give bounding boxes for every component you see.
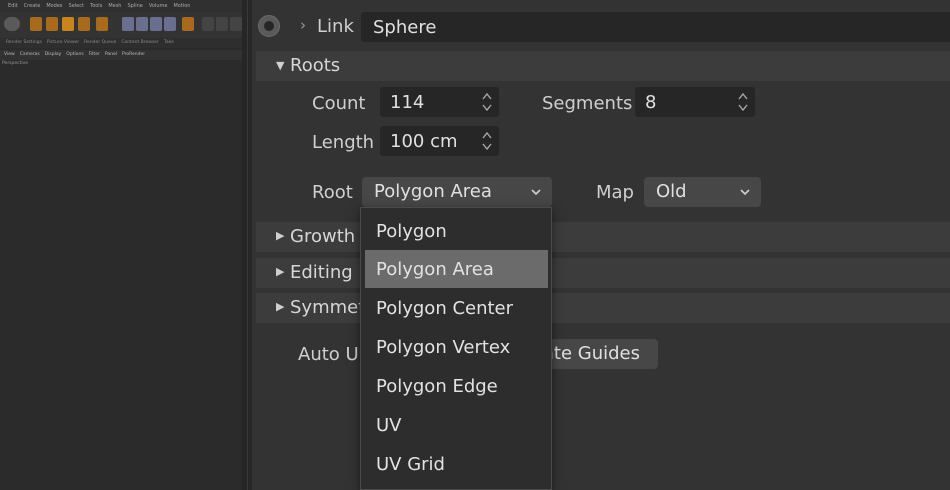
menu-item[interactable]: Mesh <box>108 0 121 12</box>
chevron-down-icon <box>740 189 750 196</box>
menu-item[interactable]: Tools <box>90 0 102 12</box>
length-field[interactable]: 100 cm <box>380 126 499 156</box>
link-field[interactable]: Sphere <box>361 12 950 42</box>
main-menu-bar: Edit Create Modes Select Tools Mesh Spli… <box>0 0 242 12</box>
link-label: Link <box>317 16 354 37</box>
menu-item[interactable]: Create <box>24 0 41 12</box>
stepper-icon[interactable] <box>481 129 493 153</box>
menu-item[interactable]: Volume <box>149 0 168 12</box>
chevron-down-icon <box>531 189 541 196</box>
auto-update-label: Auto U <box>298 344 359 365</box>
map-dropdown-value: Old <box>656 181 687 202</box>
segments-value: 8 <box>645 92 657 113</box>
map-dropdown[interactable]: Old <box>644 177 761 207</box>
roots-group-header[interactable]: ▼ Roots <box>256 51 950 81</box>
root-dropdown-value: Polygon Area <box>374 181 492 202</box>
link-value: Sphere <box>373 17 437 38</box>
root-dropdown[interactable]: Polygon Area <box>362 177 552 207</box>
link-row: › Link Sphere <box>252 6 950 44</box>
menu-option-polygon-edge[interactable]: Polygon Edge <box>365 367 548 405</box>
viewport-menu-item[interactable]: Panel <box>105 50 117 60</box>
axis-z-icon[interactable] <box>150 17 162 31</box>
menu-item[interactable]: Edit <box>8 0 18 12</box>
panel-divider-line <box>247 0 248 490</box>
viewport-menu-item[interactable]: ProRender <box>122 50 145 60</box>
render-settings-icon[interactable] <box>230 17 242 31</box>
count-field[interactable]: 114 <box>380 87 499 117</box>
coordinate-system-icon[interactable] <box>164 17 176 31</box>
viewport-menu-item[interactable]: Options <box>66 50 83 60</box>
menu-option-label: Polygon Center <box>376 298 514 319</box>
tab-picture-viewer[interactable]: Picture Viewer <box>47 38 79 48</box>
map-label: Map <box>596 182 634 203</box>
triangle-down-icon: ▼ <box>276 59 285 72</box>
update-guides-button[interactable]: ate Guides <box>543 339 658 369</box>
menu-item[interactable]: Motion <box>173 0 190 12</box>
menu-option-polygon-vertex[interactable]: Polygon Vertex <box>365 328 548 366</box>
menu-option-label: Polygon Area <box>376 259 494 280</box>
menu-option-label: Polygon Edge <box>376 376 498 397</box>
radio-dot-icon <box>264 21 274 31</box>
count-value: 114 <box>390 92 425 113</box>
viewport-menu: View Cameras Display Options Filter Pane… <box>0 50 242 60</box>
tab-render-settings[interactable]: Render Settings <box>6 38 42 48</box>
link-radio-button[interactable] <box>258 15 280 37</box>
render-tabs: Render Settings Picture Viewer Render Qu… <box>0 38 242 48</box>
menu-option-label: UV <box>376 415 402 436</box>
menu-item[interactable]: Select <box>69 0 84 12</box>
menu-option-uv[interactable]: UV <box>365 406 548 444</box>
render-view-icon[interactable] <box>202 17 214 31</box>
main-window-left: Edit Create Modes Select Tools Mesh Spli… <box>0 0 242 490</box>
undo-icon[interactable] <box>4 17 20 31</box>
menu-option-label: Polygon Vertex <box>376 337 511 358</box>
triangle-right-icon: ▶ <box>276 265 285 278</box>
model-mode-icon[interactable] <box>182 17 194 31</box>
stepper-icon[interactable] <box>481 90 493 114</box>
menu-option-label: Polygon <box>376 221 447 242</box>
symmetry-group-label: Symmet <box>290 297 366 318</box>
roots-group-label: Roots <box>290 55 341 76</box>
viewport-menu-item[interactable]: Filter <box>89 50 100 60</box>
main-toolbar <box>0 12 242 38</box>
render-picture-icon[interactable] <box>216 17 228 31</box>
menu-option-label: UV Grid <box>376 454 445 475</box>
root-dropdown-menu: Polygon Polygon Area Polygon Center Poly… <box>360 207 552 490</box>
root-label: Root <box>312 182 353 203</box>
rotate-tool-icon[interactable] <box>62 17 74 31</box>
axis-x-icon[interactable] <box>122 17 134 31</box>
triangle-right-icon: ▶ <box>276 229 285 242</box>
tab-take[interactable]: Take <box>164 38 174 48</box>
segments-label: Segments <box>542 93 633 114</box>
growth-group-label: Growth <box>290 226 356 247</box>
viewport-menu-item[interactable]: Display <box>45 50 62 60</box>
scale-tool-icon[interactable] <box>46 17 58 31</box>
editing-group-label: Editing <box>290 262 353 283</box>
length-label: Length <box>312 132 375 153</box>
axis-y-icon[interactable] <box>136 17 148 31</box>
chevron-right-icon[interactable]: › <box>300 16 306 34</box>
tab-render-queue[interactable]: Render Queue <box>84 38 116 48</box>
menu-option-polygon[interactable]: Polygon <box>365 212 548 250</box>
count-label: Count <box>312 93 366 114</box>
segments-field[interactable]: 8 <box>635 87 755 117</box>
viewport-menu-item[interactable]: View <box>4 50 15 60</box>
menu-item[interactable]: Spline <box>127 0 142 12</box>
tab-content-browser[interactable]: Content Browser <box>121 38 159 48</box>
length-value: 100 cm <box>390 131 458 152</box>
menu-option-polygon-center[interactable]: Polygon Center <box>365 289 548 327</box>
move-tool-icon[interactable] <box>30 17 42 31</box>
triangle-right-icon: ▶ <box>276 300 285 313</box>
attribute-manager: › Link Sphere ▼ Roots Count 114 Segments… <box>252 0 950 490</box>
menu-option-uv-grid[interactable]: UV Grid <box>365 445 548 483</box>
stepper-icon[interactable] <box>737 90 749 114</box>
select-tool-icon[interactable] <box>78 17 90 31</box>
live-select-icon[interactable] <box>96 17 108 31</box>
update-guides-label: ate Guides <box>542 343 640 364</box>
menu-item[interactable]: Modes <box>46 0 62 12</box>
viewport-label: Perspective <box>2 61 29 66</box>
viewport-menu-item[interactable]: Cameras <box>20 50 40 60</box>
menu-option-polygon-area[interactable]: Polygon Area <box>365 250 548 288</box>
